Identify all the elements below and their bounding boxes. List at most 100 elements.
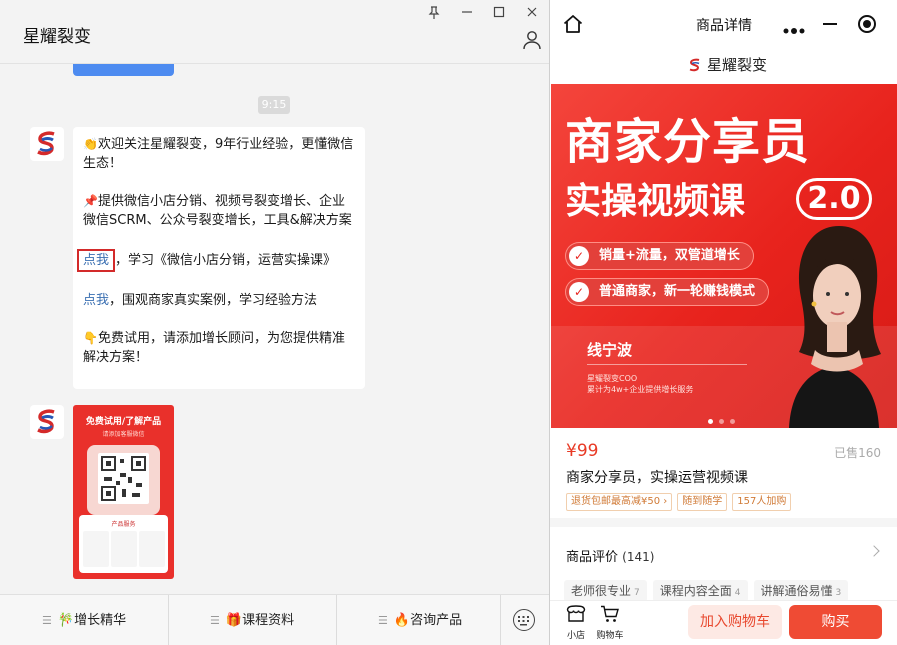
qr-poster-image[interactable]: 免费试用/了解产品 请添加客服微信 产品服务 bbox=[73, 405, 174, 579]
poster-product-card bbox=[83, 531, 109, 567]
menu-item-icon: 🔥 bbox=[393, 613, 411, 628]
mini-program-navbar: 商品详情 星耀裂变 bbox=[550, 0, 897, 84]
banner-point: ✓ 普通商家，新一轮赚钱模式 bbox=[565, 278, 770, 306]
menu-lines-icon: ☰ bbox=[378, 614, 388, 627]
chat-window: 星耀裂变 9:15 👏欢迎关注星耀裂变，9年行业经验，更懂微信生态！ 📌提供微信… bbox=[0, 0, 549, 645]
menu-item-label: 课程资料 bbox=[242, 613, 295, 628]
menu-lines-icon: ☰ bbox=[210, 614, 220, 627]
previous-message-fragment bbox=[73, 64, 174, 76]
review-tag[interactable]: 课程内容全面 4 bbox=[652, 580, 748, 602]
tag-added-count: 157人加购 bbox=[732, 493, 792, 511]
menu-consult-product[interactable]: ☰ 🔥咨询产品 bbox=[378, 595, 462, 645]
divider bbox=[500, 595, 501, 645]
more-icon[interactable] bbox=[783, 20, 805, 34]
shop-label: 小店 bbox=[566, 631, 585, 641]
review-tag-count: 7 bbox=[634, 588, 640, 598]
divider bbox=[587, 364, 747, 365]
review-tag-text: 讲解通俗易懂 bbox=[760, 584, 833, 598]
carousel-dot[interactable] bbox=[708, 419, 713, 424]
chat-menu-bar: ☰ 🎋增长精华 ☰ 🎁课程资料 ☰ 🔥咨询产品 bbox=[0, 594, 549, 645]
cart-label: 购物车 bbox=[596, 631, 624, 641]
reviews-header[interactable]: 商品评价 (141) bbox=[566, 546, 654, 565]
welcome-message-bubble: 👏欢迎关注星耀裂变，9年行业经验，更懂微信生态！ 📌提供微信小店分销、视频号裂变… bbox=[73, 127, 365, 389]
speaker-name: 线宁波 bbox=[587, 341, 633, 359]
profile-icon[interactable] bbox=[522, 30, 542, 50]
maximize-icon[interactable] bbox=[490, 6, 508, 24]
carousel-dot[interactable] bbox=[719, 419, 724, 424]
mini-program-window: 商品详情 星耀裂变 商家分享员 实操视频课 2.0 ✓ 销量+流量，双管道增长 ✓… bbox=[549, 0, 897, 645]
speaker-role: 星耀裂变COO bbox=[587, 374, 638, 383]
clap-icon: 👏 bbox=[83, 137, 98, 151]
avatar[interactable] bbox=[30, 405, 64, 439]
minimize-icon[interactable] bbox=[823, 23, 837, 25]
product-name: 商家分享员，实操运营视频课 bbox=[566, 470, 748, 486]
cart-button[interactable]: 购物车 bbox=[596, 605, 624, 641]
qr-code-icon bbox=[98, 453, 149, 504]
menu-course-materials[interactable]: ☰ 🎁课程资料 bbox=[210, 595, 294, 645]
menu-item-label: 增长精华 bbox=[74, 613, 127, 628]
divider bbox=[336, 595, 337, 645]
shop-button[interactable]: 小店 bbox=[562, 605, 590, 641]
desktop: 星耀裂变 9:15 👏欢迎关注星耀裂变，9年行业经验，更懂微信生态！ 📌提供微信… bbox=[0, 0, 897, 645]
case-study-link[interactable]: 点我 bbox=[83, 293, 109, 308]
avatar[interactable] bbox=[30, 127, 64, 161]
review-tag[interactable]: 老师很专业 7 bbox=[564, 580, 647, 602]
add-to-cart-button[interactable]: 加入购物车 bbox=[688, 605, 782, 639]
review-tag-text: 课程内容全面 bbox=[659, 584, 732, 598]
message-line: ，学习《微信小店分销，运营实操课》 bbox=[115, 253, 337, 268]
carousel-dot[interactable] bbox=[730, 419, 735, 424]
menu-item-icon: 🎋 bbox=[57, 613, 75, 628]
review-tag-text: 老师很专业 bbox=[571, 584, 632, 598]
brand-name: 星耀裂变 bbox=[707, 56, 768, 74]
purchase-bar: 小店 购物车 加入购物车 购买 bbox=[550, 600, 897, 645]
tag-learn-anytime: 随到随学 bbox=[677, 493, 728, 511]
product-price: ¥99 bbox=[566, 441, 599, 461]
review-tag-count: 3 bbox=[835, 588, 842, 598]
course-banner[interactable]: 商家分享员 实操视频课 2.0 ✓ 销量+流量，双管道增长 ✓ 普通商家，新一轮赚钱… bbox=[551, 84, 897, 428]
message-line: 免费试用，请添加增长顾问，为您提供精准解决方案！ bbox=[83, 331, 346, 365]
review-tags: 老师很专业 7 课程内容全面 4 讲解通俗易懂 3 bbox=[564, 580, 854, 602]
menu-growth-essentials[interactable]: ☰ 🎋增长精华 bbox=[42, 595, 126, 645]
sold-count: 已售160 bbox=[834, 446, 881, 460]
menu-item-label: 咨询产品 bbox=[410, 613, 463, 628]
point-down-icon: 👇 bbox=[83, 331, 98, 345]
buy-button[interactable]: 购买 bbox=[789, 605, 882, 639]
message-timestamp: 9:15 bbox=[258, 96, 290, 114]
check-icon: ✓ bbox=[569, 246, 589, 266]
version-badge: 2.0 bbox=[796, 178, 872, 220]
review-tag[interactable]: 讲解通俗易懂 3 bbox=[753, 580, 849, 602]
check-icon: ✓ bbox=[569, 282, 589, 302]
menu-item-icon: 🎁 bbox=[225, 613, 243, 628]
banner-title-line2: 实操视频课 bbox=[565, 181, 746, 222]
divider bbox=[168, 595, 169, 645]
tag-return-shipping[interactable]: 退货包邮最高减¥50 › bbox=[566, 493, 673, 511]
reviews-title: 商品评价 bbox=[566, 550, 619, 565]
minimize-icon[interactable] bbox=[458, 6, 476, 24]
speaker-photo bbox=[771, 218, 897, 428]
poster-product-card bbox=[111, 531, 137, 567]
reviews-count: (141) bbox=[622, 550, 655, 564]
brand-logo-icon bbox=[688, 57, 702, 72]
review-tag-count: 4 bbox=[734, 588, 741, 598]
section-divider bbox=[550, 518, 897, 527]
course-link[interactable]: 点我 bbox=[77, 249, 116, 272]
chat-titlebar: 星耀裂变 bbox=[0, 0, 549, 64]
message-line: 欢迎关注星耀裂变，9年行业经验，更懂微信生态！ bbox=[83, 137, 354, 171]
close-icon[interactable] bbox=[523, 6, 541, 24]
banner-point-text: 普通商家，新一轮赚钱模式 bbox=[599, 284, 756, 299]
exit-miniprogram-icon[interactable] bbox=[858, 15, 876, 33]
menu-lines-icon: ☰ bbox=[42, 614, 52, 627]
cart-icon bbox=[601, 605, 619, 622]
poster-product-card bbox=[139, 531, 165, 567]
poster-title: 免费试用/了解产品 bbox=[85, 417, 162, 427]
pin-emoji-icon: 📌 bbox=[83, 194, 98, 208]
pin-icon[interactable] bbox=[425, 6, 443, 24]
home-icon[interactable] bbox=[562, 13, 584, 35]
poster-product-panel: 产品服务 bbox=[79, 515, 168, 573]
carousel-dots bbox=[708, 409, 741, 428]
product-tags: 退货包邮最高减¥50 › 随到随学 157人加购 bbox=[566, 489, 796, 511]
poster-panel-title: 产品服务 bbox=[111, 521, 136, 528]
banner-point-text: 销量+流量，双管道增长 bbox=[599, 248, 740, 263]
keyboard-icon[interactable] bbox=[513, 609, 535, 631]
chevron-right-icon[interactable] bbox=[868, 545, 880, 557]
